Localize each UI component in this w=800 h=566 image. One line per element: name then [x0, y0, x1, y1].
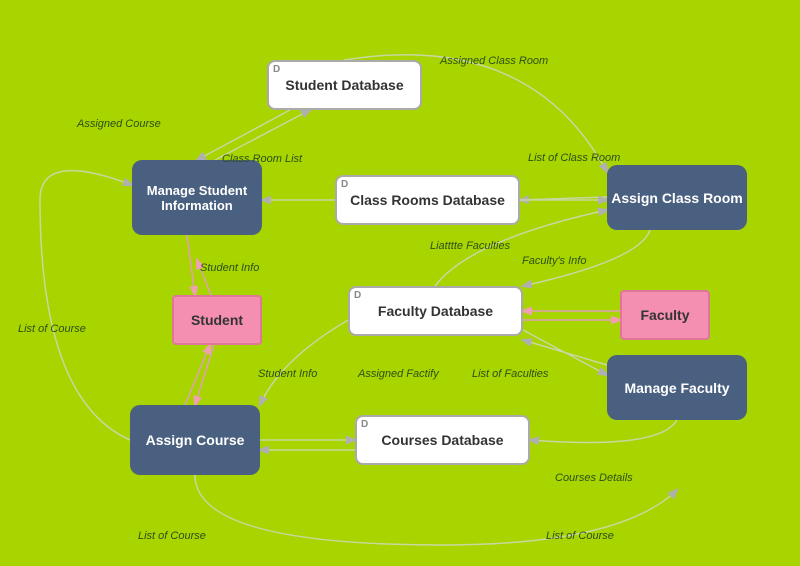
assign-course-label: Assign Course — [146, 432, 245, 448]
manage-student-node[interactable]: Manage Student Information — [132, 160, 262, 235]
manage-student-label: Manage Student Information — [132, 183, 262, 213]
edge-label-facultys-info: Faculty's Info — [522, 255, 586, 267]
db-marker-courses: D — [361, 419, 368, 430]
assign-course-node[interactable]: Assign Course — [130, 405, 260, 475]
edge-label-list-of-course-bottom-left: List of Course — [138, 530, 206, 542]
edge-label-student-info-1: Student Info — [200, 262, 259, 274]
edge-label-assigned-factify: Assigned Factify — [358, 368, 439, 380]
db-marker-classrooms: D — [341, 179, 348, 190]
student-entity-node[interactable]: Student — [172, 295, 262, 345]
edge-label-list-of-course-left: List of Course — [18, 323, 86, 335]
edge-label-list-of-faculties: List of Faculties — [472, 368, 548, 380]
edge-label-assigned-course-top: Assigned Course — [77, 118, 161, 130]
manage-faculty-label: Manage Faculty — [624, 380, 729, 396]
edge-label-courses-details: Courses Details — [555, 472, 633, 484]
faculty-entity-label: Faculty — [640, 307, 689, 323]
faculty-database-label: Faculty Database — [378, 303, 493, 319]
edge-label-list-of-class-room: List of Class Room — [528, 152, 620, 164]
courses-database-node[interactable]: D Courses Database — [355, 415, 530, 465]
student-entity-label: Student — [191, 312, 243, 328]
edge-label-student-info-2: Student Info — [258, 368, 317, 380]
edge-label-liatttte-faculties: Liatttte Faculties — [430, 240, 510, 252]
student-database-label: Student Database — [285, 77, 403, 93]
edge-label-list-of-course-bottom-right: List of Course — [546, 530, 614, 542]
db-marker-faculty: D — [354, 290, 361, 301]
student-database-node[interactable]: D Student Database — [267, 60, 422, 110]
faculty-database-node[interactable]: D Faculty Database — [348, 286, 523, 336]
faculty-entity-node[interactable]: Faculty — [620, 290, 710, 340]
db-marker: D — [273, 64, 280, 75]
courses-database-label: Courses Database — [381, 432, 503, 448]
class-rooms-database-node[interactable]: D Class Rooms Database — [335, 175, 520, 225]
edge-label-assigned-class-room: Assigned Class Room — [440, 55, 548, 67]
class-rooms-database-label: Class Rooms Database — [350, 192, 505, 208]
assign-class-room-node[interactable]: Assign Class Room — [607, 165, 747, 230]
manage-faculty-node[interactable]: Manage Faculty — [607, 355, 747, 420]
assign-class-room-label: Assign Class Room — [611, 190, 742, 206]
